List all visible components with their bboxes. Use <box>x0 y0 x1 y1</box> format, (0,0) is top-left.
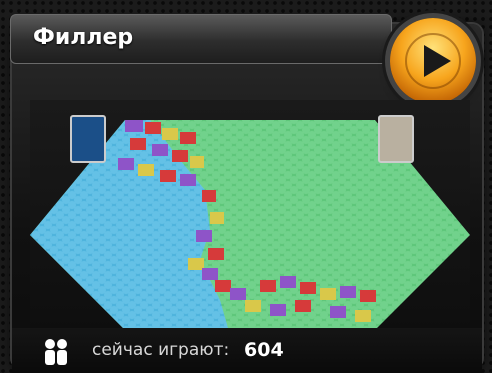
player-two-avatar <box>378 115 414 163</box>
footer-bar: сейчас играют: 604 <box>12 328 482 373</box>
play-icon <box>405 33 461 89</box>
people-icon <box>45 339 67 365</box>
online-label: сейчас играют: <box>92 340 230 360</box>
player-one-avatar <box>70 115 106 163</box>
online-count: 604 <box>244 339 284 361</box>
play-button[interactable] <box>390 18 476 104</box>
game-title: Филлер <box>33 25 134 50</box>
game-header: Филлер <box>10 14 392 64</box>
